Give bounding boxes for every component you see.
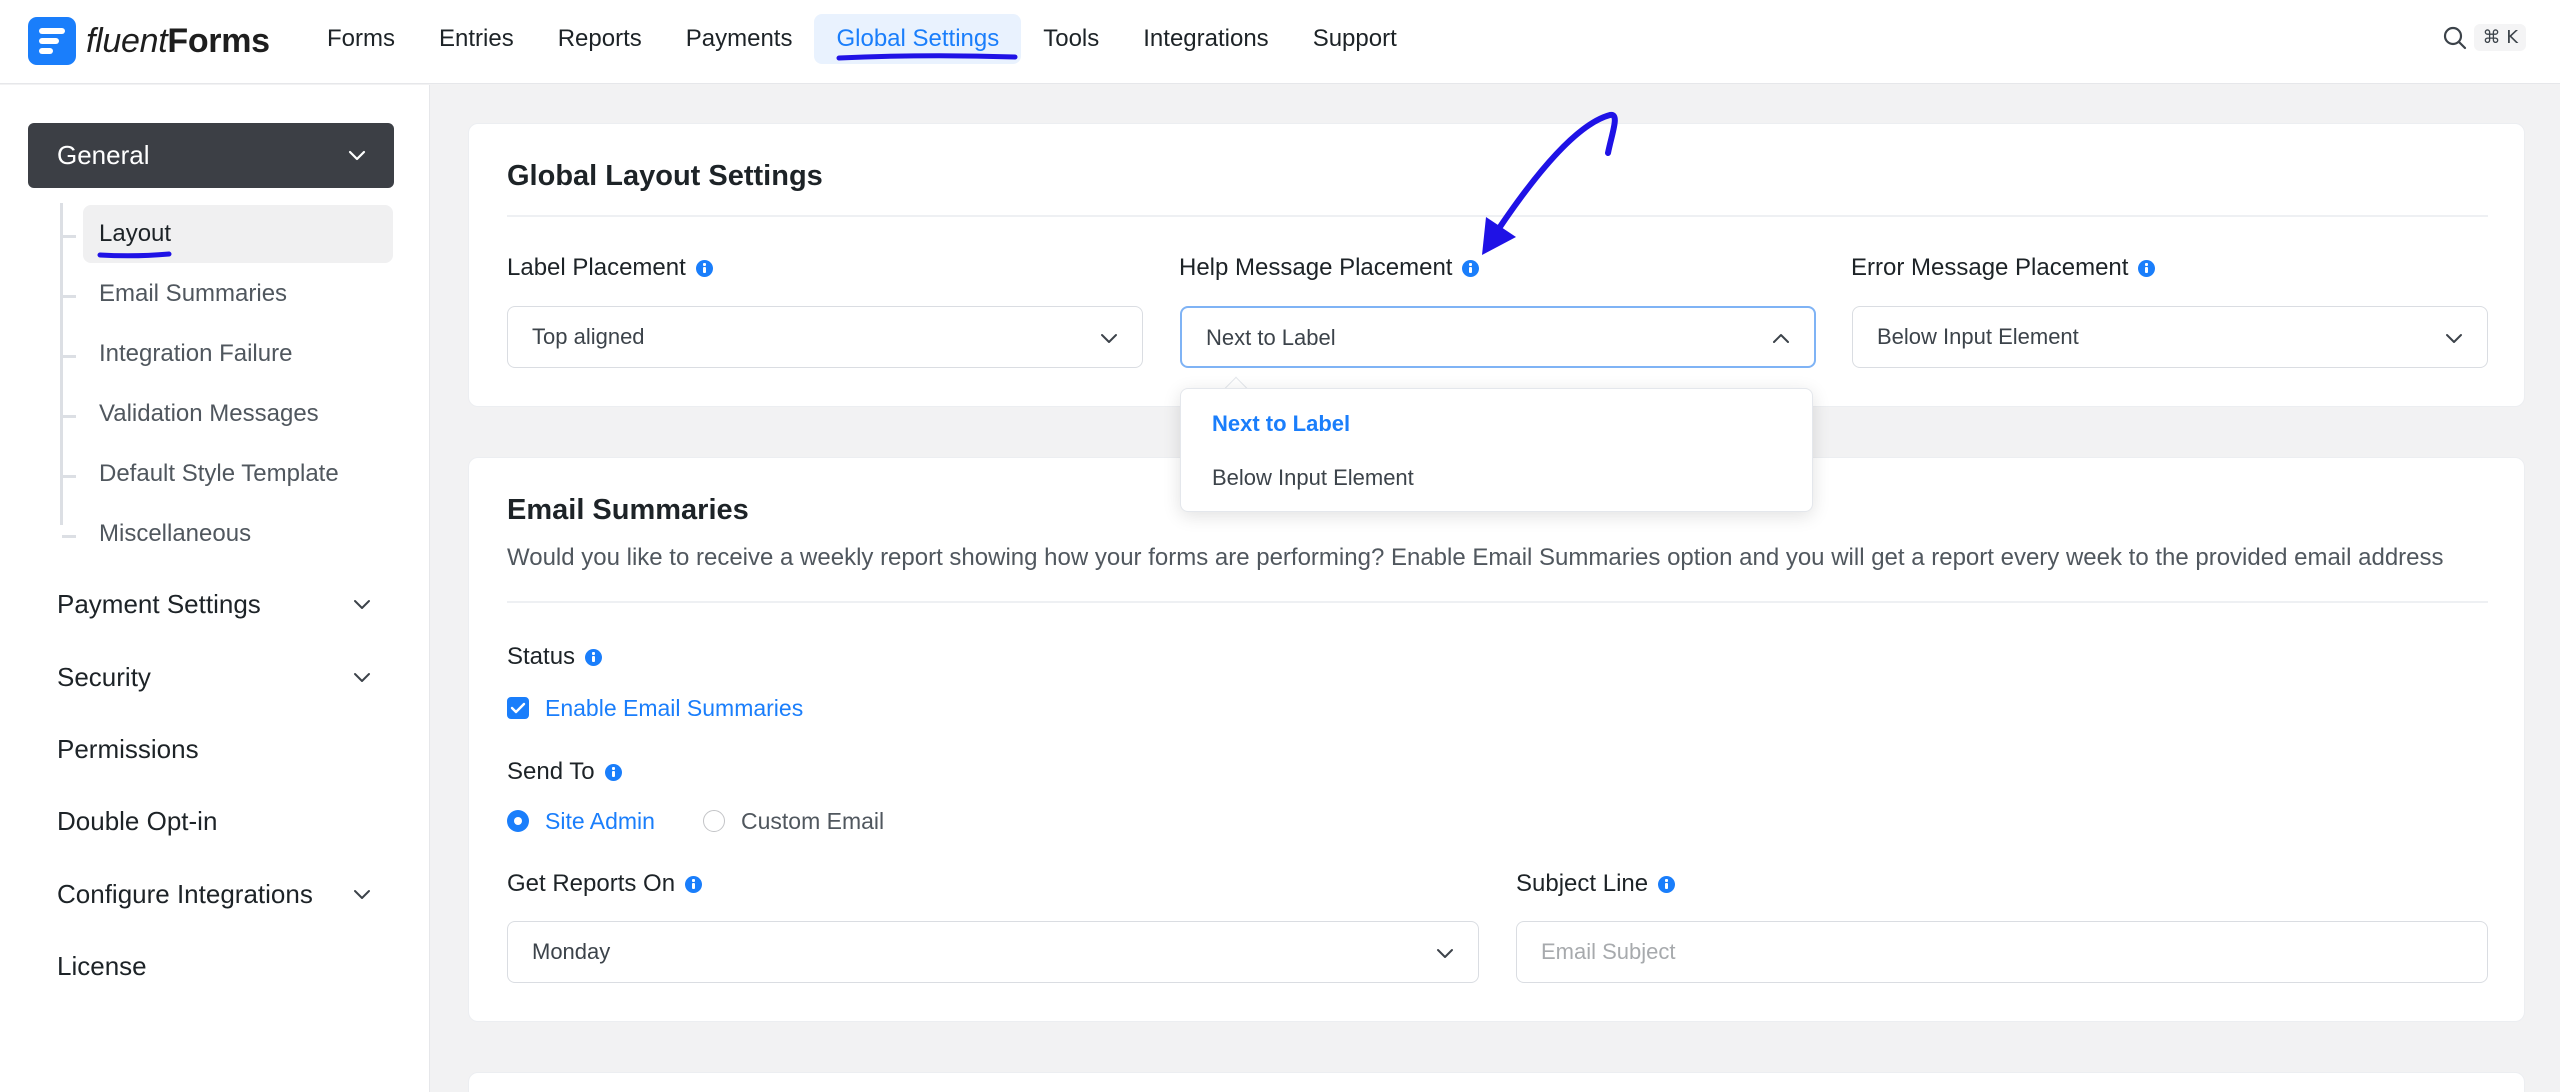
select-value: Monday (532, 939, 611, 964)
search-icon[interactable] (2442, 25, 2468, 51)
info-icon[interactable] (1658, 875, 1676, 893)
sidebar-item-label: Configure Integrations (57, 879, 313, 909)
card-title: Global Layout Settings (507, 160, 823, 192)
select-value: Next to Label (1206, 325, 1336, 350)
logo-text-light: fluent (86, 21, 168, 60)
settings-sidebar: General Layout Email Summaries Integrati… (0, 85, 430, 1092)
help-placement-select[interactable]: Next to Label (1180, 306, 1816, 368)
sidebar-item-label: Double Opt-in (57, 806, 218, 836)
chevron-down-icon (2446, 334, 2462, 343)
chevron-down-icon (348, 150, 366, 161)
nav-entries[interactable]: Entries (417, 14, 536, 64)
field-label-text: Error Message Placement (1851, 254, 2129, 281)
send-to-site-admin-radio[interactable] (507, 810, 529, 832)
nav-annotation-underline (836, 53, 1018, 61)
divider (507, 601, 2488, 603)
layout-annotation-underline (97, 251, 172, 259)
sidebar-item-label: General (57, 140, 150, 170)
sidebar-subitem-email-summaries[interactable]: Email Summaries (83, 265, 393, 323)
label-placement-select[interactable]: Top aligned (507, 306, 1143, 368)
annotation-arrow-icon (1482, 112, 1618, 255)
dropdown-option-next-to-label[interactable]: Next to Label (1212, 411, 1350, 437)
sidebar-item-configure-integrations[interactable]: Configure Integrations (57, 874, 397, 914)
field-label-text: Send To (507, 758, 595, 785)
info-icon[interactable] (2138, 259, 2156, 277)
field-label-text: Label Placement (507, 254, 686, 281)
email-summaries-description: Would you like to receive a weekly repor… (507, 544, 2444, 571)
sidebar-item-label: Security (57, 662, 151, 692)
subject-line-input[interactable]: Email Subject (1516, 921, 2488, 983)
info-icon[interactable] (685, 875, 703, 893)
logo-text: fluentForms (86, 22, 270, 61)
card-title: Email Summaries (507, 494, 749, 526)
status-label: Status (507, 643, 603, 671)
input-placeholder: Email Subject (1541, 939, 1676, 964)
fluentforms-logo-icon (28, 17, 76, 65)
nav-forms[interactable]: Forms (305, 14, 417, 64)
field-label-text: Help Message Placement (1179, 254, 1453, 281)
field-label-text: Status (507, 643, 576, 670)
send-to-custom-email-label[interactable]: Custom Email (741, 808, 884, 835)
top-bar: fluentForms Forms Entries Reports Paymen… (0, 0, 2560, 84)
tree-branch (62, 475, 76, 478)
chevron-down-icon (1101, 334, 1117, 343)
sidebar-subitem-validation-messages[interactable]: Validation Messages (83, 385, 393, 443)
sidebar-subitem-integration-failure[interactable]: Integration Failure (83, 325, 393, 383)
nav-tools[interactable]: Tools (1021, 14, 1121, 64)
tree-branch (62, 415, 76, 418)
logo-text-bold: Forms (167, 21, 270, 60)
sidebar-subitem-miscellaneous[interactable]: Miscellaneous (83, 505, 393, 563)
chevron-down-icon (354, 890, 370, 899)
subject-line-label: Subject Line (1516, 870, 1676, 898)
chevron-down-icon (1437, 949, 1453, 958)
field-label-text: Get Reports On (507, 870, 676, 897)
info-icon[interactable] (695, 259, 713, 277)
get-reports-on-label: Get Reports On (507, 870, 703, 898)
info-icon[interactable] (604, 763, 622, 781)
dropdown-option-below-input-element[interactable]: Below Input Element (1212, 465, 1414, 491)
sidebar-item-label: Permissions (57, 734, 199, 764)
fluentforms-logo[interactable]: fluentForms (28, 16, 270, 66)
sidebar-item-label: Payment Settings (57, 589, 261, 619)
send-to-site-admin-label[interactable]: Site Admin (545, 808, 655, 835)
error-placement-label: Error Message Placement (1851, 254, 2156, 282)
help-placement-dropdown: Next to Label Below Input Element (1180, 388, 1813, 512)
send-to-label: Send To (507, 758, 622, 786)
field-label-text: Subject Line (1516, 870, 1649, 897)
sidebar-subitem-default-style-template[interactable]: Default Style Template (83, 445, 393, 503)
get-reports-on-select[interactable]: Monday (507, 921, 1479, 983)
next-settings-card (468, 1072, 2525, 1092)
email-summaries-card: Email Summaries Would you like to receiv… (468, 457, 2525, 1022)
label-placement-label: Label Placement (507, 254, 713, 282)
select-value: Below Input Element (1877, 324, 2079, 349)
help-placement-label: Help Message Placement (1179, 254, 1480, 282)
tree-branch (62, 235, 76, 238)
enable-email-summaries-label[interactable]: Enable Email Summaries (545, 695, 803, 722)
tree-branch (62, 535, 76, 538)
chevron-down-icon (354, 673, 370, 682)
sidebar-item-double-opt-in[interactable]: Double Opt-in (57, 801, 397, 841)
tree-branch (62, 355, 76, 358)
chevron-down-icon (354, 600, 370, 609)
chevron-up-icon (1773, 334, 1789, 343)
sidebar-item-security[interactable]: Security (57, 657, 397, 697)
sidebar-item-license[interactable]: License (57, 946, 397, 986)
enable-email-summaries-checkbox[interactable] (507, 697, 529, 719)
sidebar-item-general[interactable]: General (28, 123, 394, 188)
tree-branch (62, 295, 76, 298)
nav-integrations[interactable]: Integrations (1121, 14, 1290, 64)
sidebar-item-permissions[interactable]: Permissions (57, 729, 397, 769)
info-icon[interactable] (585, 648, 603, 666)
send-to-custom-email-radio[interactable] (703, 810, 725, 832)
nav-reports[interactable]: Reports (536, 14, 664, 64)
search-shortcut: ⌘ K (2474, 24, 2526, 51)
error-placement-select[interactable]: Below Input Element (1852, 306, 2488, 368)
global-search[interactable]: ⌘ K (2442, 24, 2526, 51)
sidebar-item-label: License (57, 951, 147, 981)
nav-support[interactable]: Support (1291, 14, 1419, 64)
sidebar-item-payment-settings[interactable]: Payment Settings (57, 584, 397, 624)
select-value: Top aligned (532, 324, 645, 349)
checkmark-icon (510, 702, 526, 714)
nav-payments[interactable]: Payments (664, 14, 815, 64)
